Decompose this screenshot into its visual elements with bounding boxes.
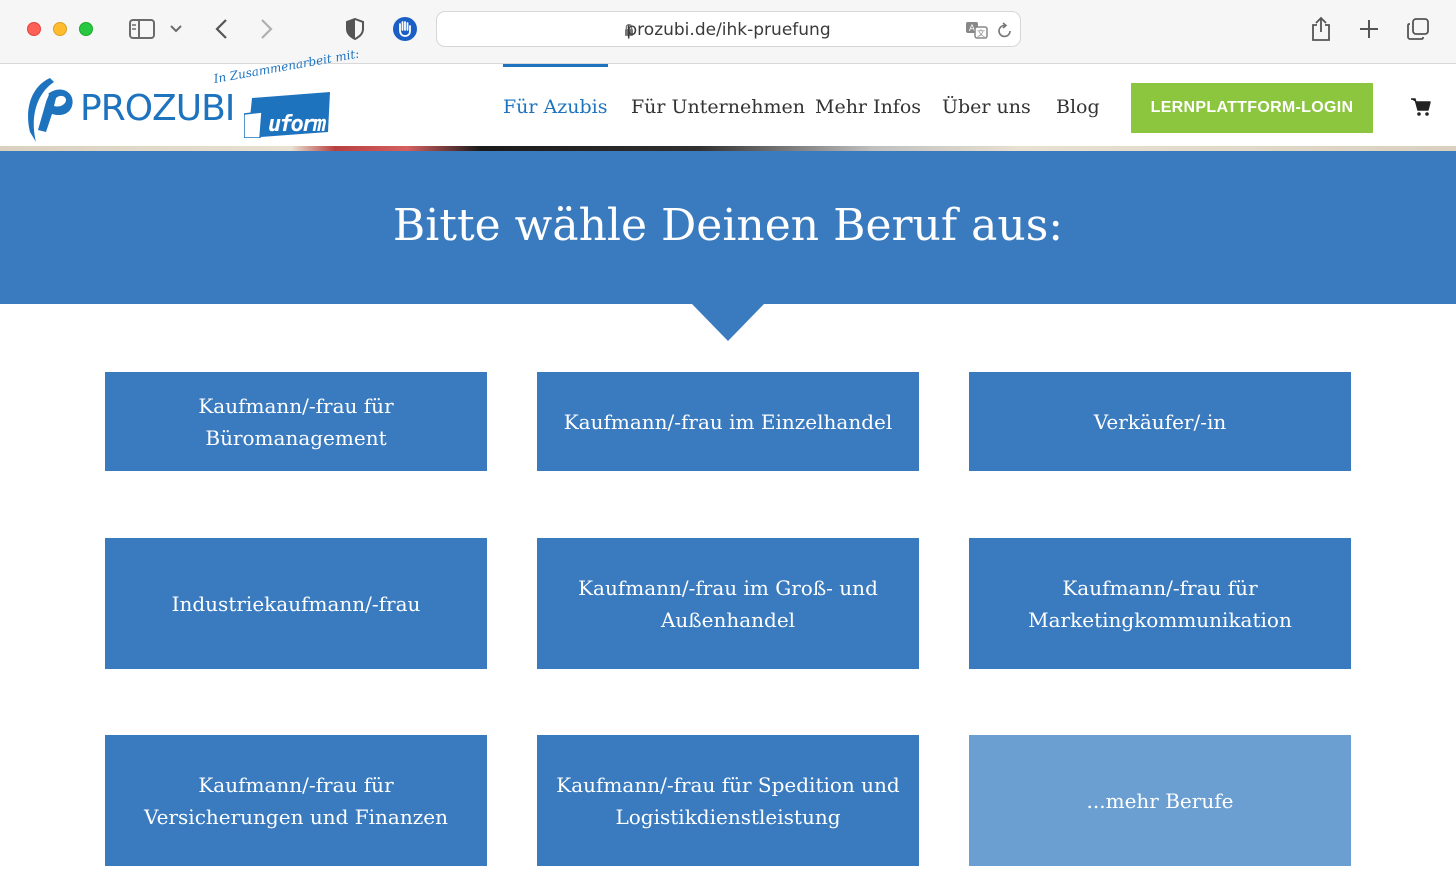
tab-overview-icon[interactable] [1404, 14, 1432, 44]
sidebar-toggle-icon[interactable] [128, 14, 156, 44]
address-bar[interactable]: prozubi.de/ihk-pruefung A文 [436, 11, 1021, 47]
nav-fuer-unternehmen[interactable]: Für Unternehmen [631, 64, 805, 150]
uform-text: uform [268, 112, 326, 137]
chevron-down-icon[interactable] [168, 14, 184, 44]
prozubi-logo-icon [28, 78, 73, 142]
share-icon[interactable] [1308, 14, 1334, 44]
hero-banner: Bitte wähle Deinen Beruf aus: [0, 151, 1456, 304]
translate-icon[interactable]: A文 [964, 15, 990, 45]
beruf-tile-gross-aussenhandel[interactable]: Kaufmann/-frau im Groß- und Außenhandel [537, 538, 919, 669]
nav-mehr-infos[interactable]: Mehr Infos [815, 64, 921, 150]
beruf-tile-versicherungen-finanzen[interactable]: Kaufmann/-frau für Versicherungen und Fi… [105, 735, 487, 866]
beruf-tile-einzelhandel[interactable]: Kaufmann/-frau im Einzelhandel [537, 372, 919, 471]
forward-icon[interactable] [256, 14, 278, 44]
shield-icon[interactable] [344, 14, 366, 44]
lernplattform-login-button[interactable]: LERNPLATTFORM-LOGIN [1131, 83, 1373, 133]
url-text: prozubi.de/ihk-pruefung [626, 20, 831, 40]
browser-toolbar: prozubi.de/ihk-pruefung A文 [0, 0, 1456, 64]
hand-stop-icon[interactable] [392, 14, 418, 44]
beruf-tile-bueromanagement[interactable]: Kaufmann/-frau für Büromanagement [105, 372, 487, 471]
nav-fuer-azubis[interactable]: Für Azubis [503, 64, 608, 150]
zoom-window-button[interactable] [79, 22, 93, 36]
new-tab-icon[interactable] [1356, 14, 1382, 44]
minimize-window-button[interactable] [53, 22, 67, 36]
nav-ueber-uns[interactable]: Über uns [942, 64, 1031, 150]
site-header: PROZUBI In Zusammenarbeit mit: uform Für… [0, 47, 1456, 150]
beruf-tile-marketingkommunikation[interactable]: Kaufmann/-frau für Marketingkommunikatio… [969, 538, 1351, 669]
beruf-tile-verkaeufer[interactable]: Verkäufer/-in [969, 372, 1351, 471]
back-icon[interactable] [210, 14, 232, 44]
site-logo[interactable]: PROZUBI In Zusammenarbeit mit: uform [22, 47, 362, 146]
mehr-berufe-tile[interactable]: ...mehr Berufe [969, 735, 1351, 866]
nav-blog[interactable]: Blog [1056, 64, 1100, 150]
cart-icon[interactable] [1410, 97, 1432, 117]
beruf-tile-spedition-logistik[interactable]: Kaufmann/-frau für Spedition und Logisti… [537, 735, 919, 866]
close-window-button[interactable] [27, 22, 41, 36]
hero-arrow-decoration [692, 304, 764, 341]
logo-text: PROZUBI [80, 88, 235, 129]
reload-icon[interactable] [994, 15, 1016, 45]
beruf-tile-industriekaufmann[interactable]: Industriekaufmann/-frau [105, 538, 487, 669]
page-title: Bitte wähle Deinen Beruf aus: [392, 200, 1064, 251]
svg-text:文: 文 [977, 28, 985, 38]
